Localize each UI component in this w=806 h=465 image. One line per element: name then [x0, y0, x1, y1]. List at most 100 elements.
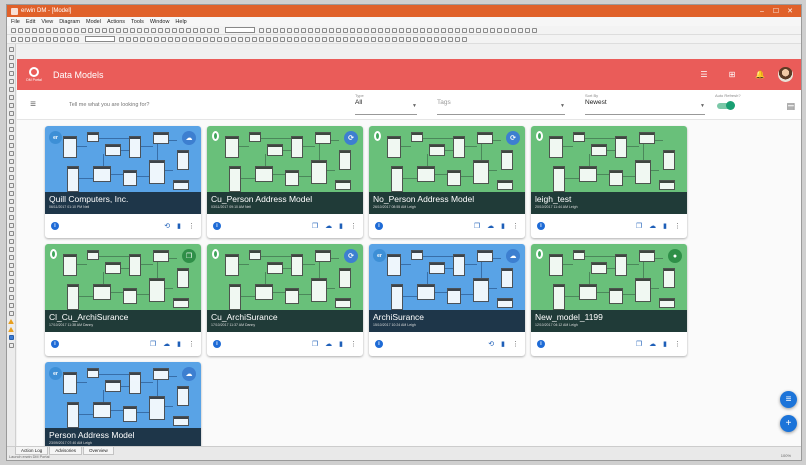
- toolbar-button-icon[interactable]: [413, 36, 418, 42]
- toolbar-button-icon[interactable]: [259, 27, 264, 33]
- toolbar-button-icon[interactable]: [74, 36, 79, 42]
- model-diagram-thumbnail[interactable]: er ☁ Person Address Model 23/09/2017 07:40 …: [45, 362, 201, 450]
- toolbox-tool-icon[interactable]: [8, 247, 14, 252]
- toolbox-tool-icon[interactable]: [8, 263, 14, 268]
- toolbar-button-icon[interactable]: [207, 27, 212, 33]
- toolbar-button-icon[interactable]: [126, 36, 131, 42]
- toolbox-tool-icon[interactable]: [8, 335, 14, 340]
- toolbar-button-icon[interactable]: [455, 36, 460, 42]
- more-options-icon[interactable]: ⋮: [674, 340, 681, 348]
- more-options-icon[interactable]: ⋮: [188, 340, 195, 348]
- toolbox-tool-icon[interactable]: [8, 47, 14, 52]
- more-options-icon[interactable]: ⋮: [350, 340, 357, 348]
- toolbox-tool-icon[interactable]: [8, 239, 14, 244]
- toolbar-button-icon[interactable]: [371, 36, 376, 42]
- delete-icon[interactable]: ▮: [177, 340, 181, 348]
- toolbox-tool-icon[interactable]: [8, 95, 14, 100]
- model-card[interactable]: ⟳ No_Person Address Model 26/10/2017 08:55…: [369, 126, 525, 238]
- toolbar-button-icon[interactable]: [406, 36, 411, 42]
- toolbar-button-icon[interactable]: [165, 27, 170, 33]
- toolbar-button-icon[interactable]: [315, 27, 320, 33]
- cloud-upload-icon[interactable]: ☁: [649, 222, 656, 230]
- cloud-upload-icon[interactable]: ☁: [649, 340, 656, 348]
- toolbar-button-icon[interactable]: [511, 27, 516, 33]
- info-icon[interactable]: i: [213, 340, 221, 348]
- toolbar-button-icon[interactable]: [294, 36, 299, 42]
- toolbar-button-icon[interactable]: [172, 27, 177, 33]
- delete-icon[interactable]: ▮: [501, 340, 505, 348]
- toolbar-button-icon[interactable]: [294, 27, 299, 33]
- toolbar-button-icon[interactable]: [343, 27, 348, 33]
- toolbox-tool-icon[interactable]: [8, 175, 14, 180]
- cloud-icon[interactable]: ☁: [182, 367, 196, 381]
- model-card[interactable]: leigh_test 20/10/2017 11:44 AM Leigh i ❐ ☁ ▮ ⋮: [531, 126, 687, 238]
- toolbar-button-icon[interactable]: [441, 27, 446, 33]
- model-diagram-thumbnail[interactable]: leigh_test 20/10/2017 11:44 AM Leigh: [531, 126, 687, 214]
- toolbar-button-icon[interactable]: [179, 27, 184, 33]
- info-icon[interactable]: i: [213, 222, 221, 230]
- toolbox-tool-icon[interactable]: [8, 319, 14, 324]
- toolbar-button-icon[interactable]: [469, 27, 474, 33]
- info-icon[interactable]: i: [375, 340, 383, 348]
- toolbox-tool-icon[interactable]: [8, 255, 14, 260]
- cloud-upload-icon[interactable]: ☁: [325, 340, 332, 348]
- toolbar-button-icon[interactable]: [182, 36, 187, 42]
- toolbar-button-icon[interactable]: [280, 36, 285, 42]
- toolbar-button-icon[interactable]: [364, 27, 369, 33]
- toolbar-button-icon[interactable]: [434, 36, 439, 42]
- toolbar-button-icon[interactable]: [378, 27, 383, 33]
- more-options-icon[interactable]: ⋮: [188, 222, 195, 230]
- toolbar-button-icon[interactable]: [308, 27, 313, 33]
- toolbox-tool-icon[interactable]: [8, 111, 14, 116]
- menu-help[interactable]: Help: [175, 19, 186, 25]
- toolbar-button-icon[interactable]: [406, 27, 411, 33]
- toolbar-button-icon[interactable]: [462, 27, 467, 33]
- toolbar-button-icon[interactable]: [119, 36, 124, 42]
- sync-icon[interactable]: ⟳: [344, 249, 358, 263]
- toolbar-button-icon[interactable]: [532, 27, 537, 33]
- tab-overview[interactable]: Overview: [83, 447, 114, 455]
- toolbar-button-icon[interactable]: [193, 27, 198, 33]
- toolbar-button-icon[interactable]: [420, 27, 425, 33]
- user-icon[interactable]: ●: [668, 249, 682, 263]
- toolbox-tool-icon[interactable]: [8, 135, 14, 140]
- model-diagram-thumbnail[interactable]: ⟳ No_Person Address Model 26/10/2017 08:55…: [369, 126, 525, 214]
- toolbar-button-icon[interactable]: [123, 27, 128, 33]
- toolbar-button-icon[interactable]: [462, 36, 467, 42]
- auto-refresh-toggle[interactable]: [717, 101, 735, 110]
- notification-bell-icon[interactable]: 🔔: [746, 70, 774, 79]
- toolbar-button-icon[interactable]: [427, 36, 432, 42]
- toolbox-tool-icon[interactable]: [8, 343, 14, 348]
- model-diagram-thumbnail[interactable]: er ☁ Quill Computers, Inc. 06/11/2017 01:10…: [45, 126, 201, 214]
- model-card[interactable]: ❐ Cl_Cu_ArchiSurance 17/10/2017 11:38 AM D…: [45, 244, 201, 356]
- toolbox-tool-icon[interactable]: [8, 71, 14, 76]
- toolbar-button-icon[interactable]: [441, 36, 446, 42]
- crop-icon[interactable]: ⟲: [164, 222, 170, 230]
- model-diagram-thumbnail[interactable]: ❐ Cl_Cu_ArchiSurance 17/10/2017 11:38 AM D…: [45, 244, 201, 332]
- info-icon[interactable]: i: [51, 222, 59, 230]
- toolbar-select[interactable]: [85, 36, 115, 42]
- toolbar-button-icon[interactable]: [273, 36, 278, 42]
- model-card[interactable]: er ☁ Quill Computers, Inc. 06/11/2017 01:10…: [45, 126, 201, 238]
- toolbar-button-icon[interactable]: [53, 36, 58, 42]
- toolbar-button-icon[interactable]: [301, 27, 306, 33]
- toolbar-button-icon[interactable]: [200, 27, 205, 33]
- toolbox-tool-icon[interactable]: [8, 127, 14, 132]
- toolbar-button-icon[interactable]: [147, 36, 152, 42]
- toolbar-button-icon[interactable]: [46, 27, 51, 33]
- toolbar-button-icon[interactable]: [329, 27, 334, 33]
- toolbar-button-icon[interactable]: [308, 36, 313, 42]
- toolbar-button-icon[interactable]: [350, 27, 355, 33]
- crop-icon[interactable]: ⟲: [488, 340, 494, 348]
- toolbar-button-icon[interactable]: [60, 36, 65, 42]
- toolbar-button-icon[interactable]: [322, 27, 327, 33]
- toolbar-button-icon[interactable]: [161, 36, 166, 42]
- toolbar-button-icon[interactable]: [158, 27, 163, 33]
- toolbox-tool-icon[interactable]: [8, 103, 14, 108]
- toolbar-button-icon[interactable]: [336, 27, 341, 33]
- more-options-icon[interactable]: ⋮: [350, 222, 357, 230]
- toolbar-button-icon[interactable]: [266, 36, 271, 42]
- model-card[interactable]: ● New_model_1199 12/10/2017 04:12 AM Leigh…: [531, 244, 687, 356]
- minimize-button[interactable]: –: [755, 8, 769, 15]
- menu-diagram[interactable]: Diagram: [59, 19, 80, 25]
